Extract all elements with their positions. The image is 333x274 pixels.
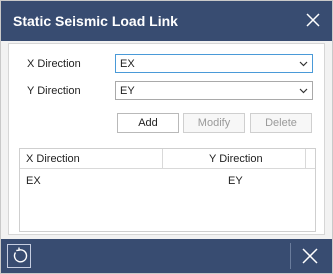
footer-divider	[290, 243, 291, 269]
footer-bar	[1, 239, 332, 273]
column-header-x-direction[interactable]: X Direction	[26, 153, 80, 165]
x-direction-label: X Direction	[27, 58, 81, 70]
title-bar: Static Seismic Load Link	[1, 1, 332, 41]
table-cell-y: EY	[228, 175, 243, 187]
static-seismic-load-link-dialog: Static Seismic Load Link X Direction EX …	[0, 0, 333, 274]
x-direction-value: EX	[120, 58, 135, 70]
y-direction-value: EY	[120, 85, 135, 97]
dialog-body: X Direction EX Y Direction EY Add Modify…	[8, 43, 325, 235]
close-icon[interactable]	[303, 10, 323, 30]
reset-icon[interactable]	[7, 244, 31, 268]
add-button[interactable]: Add	[117, 113, 179, 133]
column-divider[interactable]	[162, 149, 163, 169]
delete-button[interactable]: Delete	[250, 113, 312, 133]
column-header-y-direction[interactable]: Y Direction	[209, 153, 263, 165]
y-direction-select[interactable]: EY	[115, 81, 313, 100]
load-link-table: X Direction Y Direction EX EY	[19, 148, 316, 232]
x-direction-select[interactable]: EX	[115, 54, 313, 73]
table-header: X Direction Y Direction	[20, 149, 315, 169]
chevron-down-icon	[299, 61, 308, 67]
y-direction-label: Y Direction	[27, 85, 81, 97]
dialog-title: Static Seismic Load Link	[13, 13, 178, 29]
chevron-down-icon	[299, 88, 308, 94]
column-divider[interactable]	[305, 149, 306, 169]
table-cell-x: EX	[26, 175, 41, 187]
modify-button[interactable]: Modify	[183, 113, 245, 133]
close-icon[interactable]	[301, 247, 319, 265]
